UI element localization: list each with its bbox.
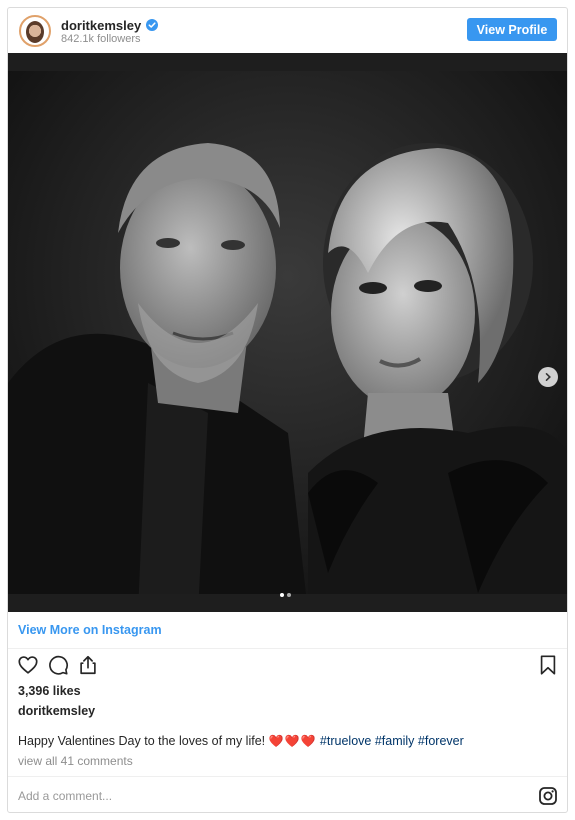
heart-emojis: ❤️❤️❤️ xyxy=(268,734,317,748)
hashtag-forever[interactable]: #forever xyxy=(418,734,464,748)
bookmark-icon[interactable] xyxy=(537,654,559,676)
hashtag-truelove[interactable]: #truelove xyxy=(320,734,371,748)
instagram-embed-card: doritkemsley 842.1k followers View Profi… xyxy=(7,7,568,813)
instagram-logo-icon[interactable] xyxy=(539,787,557,805)
post-author[interactable]: doritkemsley xyxy=(18,704,95,718)
carousel-next-button[interactable] xyxy=(538,367,558,387)
caption: Happy Valentines Day to the loves of my … xyxy=(18,734,464,748)
divider xyxy=(8,648,567,649)
carousel-dot[interactable] xyxy=(280,593,284,597)
view-profile-button[interactable]: View Profile xyxy=(467,18,557,41)
view-more-link[interactable]: View More on Instagram xyxy=(18,623,162,637)
hashtag-family[interactable]: #family xyxy=(375,734,415,748)
share-icon[interactable] xyxy=(77,654,99,676)
photo-image xyxy=(8,53,567,612)
verified-badge-icon xyxy=(146,19,159,31)
post-photo[interactable] xyxy=(8,53,567,612)
view-comments-link[interactable]: view all 41 comments xyxy=(18,754,133,768)
followers-count: 842.1k followers xyxy=(61,33,141,45)
comment-icon[interactable] xyxy=(47,654,69,676)
add-comment-input[interactable]: Add a comment... xyxy=(18,789,112,803)
carousel-dot[interactable] xyxy=(287,593,291,597)
post-header: doritkemsley 842.1k followers View Profi… xyxy=(8,8,567,54)
carousel-dots xyxy=(280,593,291,597)
heart-icon[interactable] xyxy=(17,654,39,676)
divider xyxy=(8,776,567,777)
username[interactable]: doritkemsley xyxy=(61,18,141,33)
username-row: doritkemsley xyxy=(61,17,159,33)
avatar[interactable] xyxy=(19,15,51,47)
action-bar xyxy=(17,654,557,678)
avatar-image xyxy=(26,21,44,43)
chevron-right-icon xyxy=(545,373,551,381)
likes-count[interactable]: 3,396 likes xyxy=(18,684,81,698)
caption-text: Happy Valentines Day to the loves of my … xyxy=(18,734,266,748)
